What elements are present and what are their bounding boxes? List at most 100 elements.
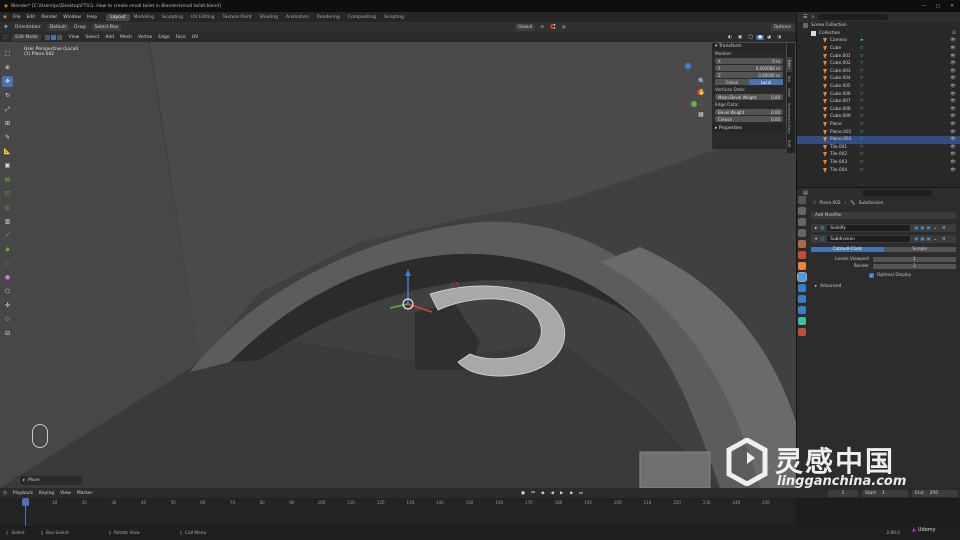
optimal-display-row[interactable]: ✓ Optimal Display bbox=[869, 272, 956, 278]
subdivision-render-icon[interactable]: ▣ bbox=[926, 237, 930, 242]
workspace-tab-rendering[interactable]: Rendering bbox=[313, 14, 344, 21]
select-box-icon[interactable]: ⬚ bbox=[2, 48, 13, 59]
visibility-eye-icon[interactable]: 👁 bbox=[950, 137, 956, 142]
workspace-tab-modeling[interactable]: Modeling bbox=[130, 14, 158, 21]
camera-view-icon[interactable]: 🎥 bbox=[698, 100, 708, 107]
timeline-menu-playback[interactable]: Playback bbox=[10, 491, 36, 496]
solidify-menu-icon[interactable]: ⌄ bbox=[933, 226, 937, 231]
transform-tool-icon[interactable]: ⊞ bbox=[2, 118, 13, 129]
workspace-tab-layout[interactable]: Layout bbox=[106, 13, 130, 21]
outliner-item[interactable]: Camera ▰ 👁 bbox=[797, 37, 960, 45]
solidify-expand-icon[interactable]: ▸ bbox=[815, 226, 817, 231]
advanced-subpanel-header[interactable]: ▸ Advanced bbox=[815, 283, 956, 290]
workspace-tab-sculpting[interactable]: Sculpting bbox=[158, 14, 187, 21]
close-button[interactable]: ✕ bbox=[950, 4, 954, 9]
outliner-item[interactable]: Tile.004 ▽ 👁 bbox=[797, 166, 960, 174]
orientation-dropdown[interactable]: Default bbox=[46, 23, 70, 31]
playhead[interactable] bbox=[22, 498, 29, 506]
shading-wireframe-icon[interactable]: ◯ bbox=[745, 35, 756, 40]
timeline-menu-keying[interactable]: Keying bbox=[36, 491, 57, 496]
3d-viewport[interactable]: User Perspective (Local) (1) Plane.002 🔍… bbox=[0, 42, 796, 488]
header-menu-mesh[interactable]: Mesh bbox=[117, 35, 135, 40]
minimize-button[interactable]: — bbox=[922, 4, 927, 9]
bevel-tool-icon[interactable]: ◱ bbox=[2, 202, 13, 213]
pan-hand-icon[interactable]: ✋ bbox=[698, 89, 708, 96]
render-levels-field[interactable]: 2 bbox=[873, 263, 956, 269]
outliner-filter-icon[interactable]: ⌕ bbox=[811, 14, 814, 20]
inset-tool-icon[interactable]: ◰ bbox=[2, 188, 13, 199]
face-select-mode-icon[interactable] bbox=[56, 34, 62, 40]
menu-window[interactable]: Window bbox=[60, 15, 84, 20]
outliner-collection[interactable]: Collection ☑ bbox=[797, 30, 960, 38]
modifier-subdivision-row[interactable]: ▾ ◫ Subdivision ▣ ▣ ▣ ⌄ ✕ bbox=[811, 235, 956, 243]
proportional-edit-icon[interactable]: ◎ bbox=[559, 25, 569, 30]
particles-tab-icon[interactable] bbox=[798, 284, 806, 292]
record-button-icon[interactable]: ● bbox=[518, 491, 528, 496]
visibility-eye-icon[interactable]: 👁 bbox=[950, 152, 956, 157]
solidify-remove-icon[interactable]: ✕ bbox=[942, 226, 946, 231]
annotate-tool-icon[interactable]: ✎ bbox=[2, 132, 13, 143]
visibility-eye-icon[interactable]: 👁 bbox=[950, 54, 956, 59]
timeline-menu-marker[interactable]: Marker bbox=[74, 491, 96, 496]
shrink-fatten-tool-icon[interactable]: ✣ bbox=[2, 300, 13, 311]
outliner-item[interactable]: Plane.001 ▽ 👁 bbox=[797, 128, 960, 136]
outliner-item[interactable]: Cube.001 ▽ 👁 bbox=[797, 52, 960, 60]
timeline-menu-view[interactable]: View bbox=[57, 491, 74, 496]
outliner-item[interactable]: Cube.004 ▽ 👁 bbox=[797, 75, 960, 83]
edge-slide-tool-icon[interactable]: ⬡ bbox=[2, 286, 13, 297]
zoom-icon[interactable]: 🔍 bbox=[698, 78, 708, 85]
visibility-eye-icon[interactable]: 👁 bbox=[950, 61, 956, 66]
subdivision-remove-icon[interactable]: ✕ bbox=[942, 237, 946, 242]
constraints-tab-icon[interactable] bbox=[798, 306, 806, 314]
smooth-tool-icon[interactable]: ● bbox=[2, 272, 13, 283]
outliner-item[interactable]: Tile.002 ▽ 👁 bbox=[797, 151, 960, 159]
shear-tool-icon[interactable]: ⬭ bbox=[2, 314, 13, 325]
visibility-eye-icon[interactable]: 👁 bbox=[950, 92, 956, 97]
prev-keyframe-icon[interactable]: ◆ bbox=[538, 491, 547, 496]
last-operator-panel[interactable]: ▸ Move bbox=[20, 476, 82, 485]
jump-start-icon[interactable]: ⏮ bbox=[528, 490, 538, 496]
options-dropdown[interactable]: Options bbox=[770, 23, 794, 31]
workspace-tab-uv-editing[interactable]: UV Editing bbox=[187, 14, 218, 21]
subdivision-name-field[interactable]: Subdivision bbox=[827, 236, 911, 242]
local-toggle-button[interactable]: Local bbox=[749, 79, 783, 85]
snap-icon[interactable]: 🧲 bbox=[547, 25, 559, 30]
menu-help[interactable]: Help bbox=[84, 15, 100, 20]
visibility-eye-icon[interactable]: 👁 bbox=[950, 84, 956, 89]
add-modifier-dropdown[interactable]: Add Modifier bbox=[811, 212, 956, 219]
menu-render[interactable]: Render bbox=[38, 15, 60, 20]
mode-dropdown[interactable]: Edit Mode bbox=[12, 33, 41, 41]
outliner-item[interactable]: Cube.002 ▽ 👁 bbox=[797, 60, 960, 68]
modifier-solidify-row[interactable]: ▸ ▤ Solidify ▣ ▣ ▣ ⌄ ✕ bbox=[811, 224, 956, 232]
solidify-editmode-icon[interactable]: ▣ bbox=[914, 226, 918, 231]
mean-bevel-weight-field[interactable]: Mean Bevel Weight 0.00 bbox=[715, 94, 783, 100]
scene-properties-tab-icon[interactable] bbox=[798, 240, 806, 248]
visibility-eye-icon[interactable]: 👁 bbox=[950, 160, 956, 165]
properties-type-icon[interactable]: ▤ bbox=[803, 190, 808, 196]
header-menu-edge[interactable]: Edge bbox=[155, 35, 172, 40]
subdivision-editmode-icon[interactable]: ▣ bbox=[914, 237, 918, 242]
object-properties-tab-icon[interactable] bbox=[798, 262, 806, 270]
catmull-clark-button[interactable]: Catmull-Clark bbox=[811, 247, 884, 252]
outliner-item[interactable]: Cube ▽ 👁 bbox=[797, 45, 960, 53]
spin-tool-icon[interactable]: ◌ bbox=[2, 258, 13, 269]
sidebar-tab-tool[interactable]: Tool bbox=[787, 72, 792, 85]
global-toggle-button[interactable]: Global bbox=[715, 79, 749, 85]
next-keyframe-icon[interactable]: ◆ bbox=[566, 491, 575, 496]
poly-build-tool-icon[interactable]: ◆ bbox=[2, 244, 13, 255]
measure-tool-icon[interactable]: 📐 bbox=[2, 146, 13, 157]
knife-tool-icon[interactable]: ⟋ bbox=[2, 230, 13, 241]
menu-file[interactable]: File bbox=[10, 15, 24, 20]
output-properties-tab-icon[interactable] bbox=[798, 218, 806, 226]
timeline-editor-icon[interactable]: ◷ bbox=[0, 491, 10, 496]
world-properties-tab-icon[interactable] bbox=[798, 251, 806, 259]
solidify-name-field[interactable]: Solidify bbox=[827, 225, 911, 231]
play-reverse-icon[interactable]: ◀ bbox=[548, 491, 557, 496]
viewport-overlays-icon[interactable]: ◐ bbox=[725, 35, 735, 40]
workspace-tab-animation[interactable]: Animation bbox=[282, 14, 313, 21]
solidify-render-icon[interactable]: ▣ bbox=[926, 226, 930, 231]
header-menu-vertex[interactable]: Vertex bbox=[135, 35, 155, 40]
outliner-item[interactable]: Tile.001 ▽ 👁 bbox=[797, 144, 960, 152]
outliner-scene-collection[interactable]: Scene Collection bbox=[797, 22, 960, 30]
visibility-eye-icon[interactable]: 👁 bbox=[950, 38, 956, 43]
